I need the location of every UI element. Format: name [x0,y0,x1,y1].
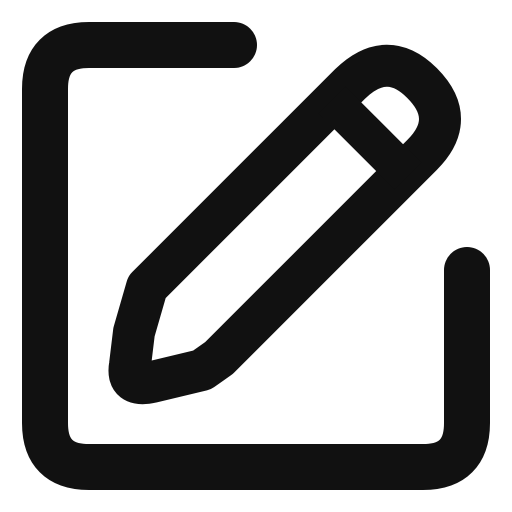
edit-icon [0,0,512,512]
edit-icon-svg [22,22,490,490]
pencil-ferrule [318,86,422,190]
frame-outline [22,22,490,490]
pencil-body [108,44,461,405]
